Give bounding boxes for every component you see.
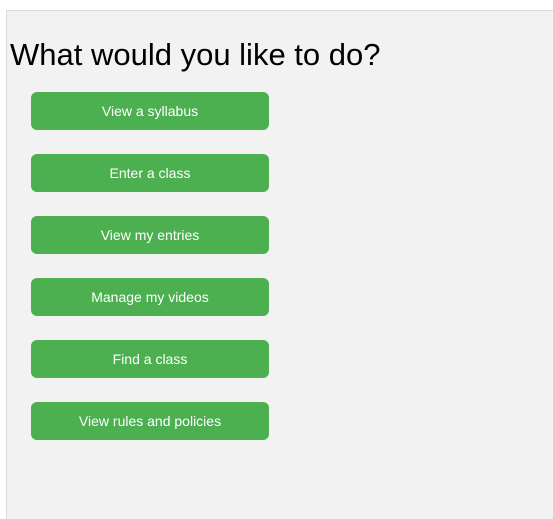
view-rules-policies-button[interactable]: View rules and policies [31,402,269,440]
action-menu: View a syllabus Enter a class View my en… [31,92,269,464]
enter-class-button[interactable]: Enter a class [31,154,269,192]
view-my-entries-button[interactable]: View my entries [31,216,269,254]
content-panel: What would you like to do? View a syllab… [6,10,553,519]
view-syllabus-button[interactable]: View a syllabus [31,92,269,130]
page-title: What would you like to do? [10,37,381,72]
manage-my-videos-button[interactable]: Manage my videos [31,278,269,316]
find-class-button[interactable]: Find a class [31,340,269,378]
